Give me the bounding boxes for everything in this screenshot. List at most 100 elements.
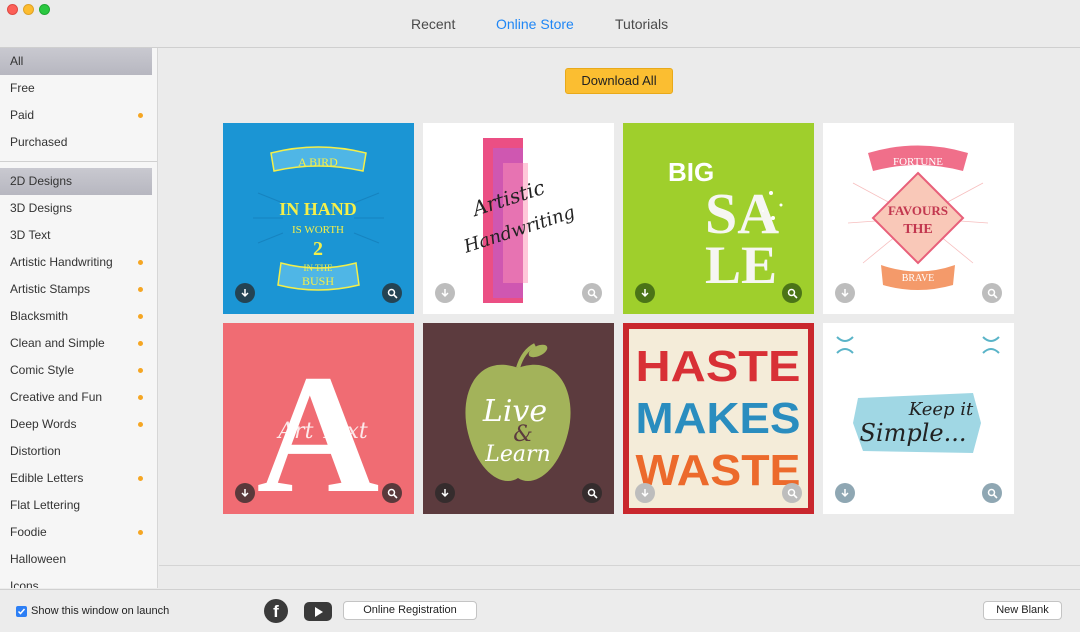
sidebar-item-artistic-stamps[interactable]: Artistic Stamps bbox=[0, 276, 152, 303]
download-arrow-icon bbox=[841, 289, 849, 298]
tile-text: HASTE bbox=[636, 342, 801, 391]
download-arrow-icon bbox=[641, 289, 649, 298]
sidebar-divider bbox=[0, 161, 157, 162]
sidebar-item-icons[interactable]: Icons bbox=[0, 573, 152, 588]
paid-dot-icon bbox=[138, 422, 143, 427]
tile-text: FORTUNE bbox=[893, 156, 943, 168]
tile-text: BUSH bbox=[302, 274, 334, 288]
preview-design-button[interactable] bbox=[982, 283, 1002, 303]
tile-text: THE bbox=[903, 222, 933, 237]
tile-text: IS WORTH bbox=[292, 224, 344, 236]
sidebar-item-deep-words[interactable]: Deep Words bbox=[0, 411, 152, 438]
sidebar-item-label: 3D Designs bbox=[10, 201, 73, 215]
download-design-button[interactable] bbox=[635, 483, 655, 503]
tile-text: 2 bbox=[313, 238, 323, 260]
sidebar-item-purchased[interactable]: Purchased bbox=[0, 129, 152, 156]
show-on-launch-checkbox[interactable] bbox=[16, 606, 27, 617]
tile-text: IN THE bbox=[303, 263, 333, 273]
magnifier-icon bbox=[787, 488, 798, 499]
youtube-icon[interactable] bbox=[304, 602, 332, 621]
tab-tutorials[interactable]: Tutorials bbox=[615, 16, 668, 32]
sidebar-item-paid[interactable]: Paid bbox=[0, 102, 152, 129]
sidebar-item-label: Paid bbox=[10, 108, 35, 122]
tile-text: Learn bbox=[484, 442, 550, 467]
tab-online-store[interactable]: Online Store bbox=[496, 16, 574, 32]
sidebar-item-clean-and-simple[interactable]: Clean and Simple bbox=[0, 330, 152, 357]
sidebar-item-label: Halloween bbox=[10, 552, 67, 566]
preview-design-button[interactable] bbox=[382, 283, 402, 303]
download-all-button[interactable]: Download All bbox=[565, 68, 673, 94]
tile-text: FAVOURS bbox=[888, 203, 948, 218]
magnifier-icon bbox=[387, 288, 398, 299]
sidebar-item-creative-and-fun[interactable]: Creative and Fun bbox=[0, 384, 152, 411]
download-design-button[interactable] bbox=[235, 283, 255, 303]
sidebar-item-free[interactable]: Free bbox=[0, 75, 152, 102]
preview-design-button[interactable] bbox=[582, 483, 602, 503]
sidebar-item-all[interactable]: All bbox=[0, 48, 152, 75]
tile-text: A BIRD bbox=[298, 155, 338, 169]
sidebar-item-label: Distortion bbox=[10, 444, 61, 458]
tile-text: MAKES bbox=[636, 394, 801, 443]
paid-dot-icon bbox=[138, 368, 143, 373]
store-main: Download All A BIRD IN HAND IS WORTH 2 I… bbox=[159, 48, 1080, 565]
new-blank-button[interactable]: New Blank bbox=[983, 601, 1062, 620]
magnifier-icon bbox=[587, 488, 598, 499]
tile-text: LE bbox=[705, 235, 777, 295]
sidebar-item-label: Artistic Stamps bbox=[10, 282, 91, 296]
paid-dot-icon bbox=[138, 395, 143, 400]
sidebar-item-label: Purchased bbox=[10, 135, 68, 149]
sidebar-item-label: Artistic Handwriting bbox=[10, 255, 113, 269]
preview-design-button[interactable] bbox=[782, 483, 802, 503]
sidebar-item-edible-letters[interactable]: Edible Letters bbox=[0, 465, 152, 492]
download-design-button[interactable] bbox=[635, 283, 655, 303]
design-tile-big-sale[interactable]: BIG SA LE bbox=[623, 123, 814, 314]
design-tile-letter-a[interactable]: A Art Text bbox=[223, 323, 414, 514]
sidebar-item-2d-designs[interactable]: 2D Designs bbox=[0, 168, 152, 195]
facebook-icon[interactable]: f bbox=[264, 599, 288, 623]
download-design-button[interactable] bbox=[235, 483, 255, 503]
sidebar-item-halloween[interactable]: Halloween bbox=[0, 546, 152, 573]
design-tile-keep-it-simple[interactable]: Keep it Simple... bbox=[823, 323, 1014, 514]
preview-design-button[interactable] bbox=[582, 283, 602, 303]
design-tile-fortune-favours-the-brave[interactable]: FORTUNE FAVOURS THE BRAVE bbox=[823, 123, 1014, 314]
sidebar-item-label: Flat Lettering bbox=[10, 498, 81, 512]
sidebar-item-blacksmith[interactable]: Blacksmith bbox=[0, 303, 152, 330]
checkmark-icon bbox=[17, 608, 26, 615]
main-bottom-strip bbox=[159, 565, 1080, 589]
preview-design-button[interactable] bbox=[382, 483, 402, 503]
design-tile-haste-makes-waste[interactable]: HASTE MAKES WASTE bbox=[623, 323, 814, 514]
sidebar-item-distortion[interactable]: Distortion bbox=[0, 438, 152, 465]
sidebar-item-label: Icons bbox=[10, 579, 39, 588]
sidebar-item-foodie[interactable]: Foodie bbox=[0, 519, 152, 546]
download-design-button[interactable] bbox=[835, 483, 855, 503]
sidebar-item-label: Blacksmith bbox=[10, 309, 69, 323]
paid-dot-icon bbox=[138, 314, 143, 319]
tile-text: BRAVE bbox=[902, 273, 935, 284]
download-arrow-icon bbox=[441, 289, 449, 298]
design-tile-a-bird-in-hand[interactable]: A BIRD IN HAND IS WORTH 2 IN THE BUSH bbox=[223, 123, 414, 314]
sidebar: All Free Paid Purchased 2D Designs 3D Des… bbox=[0, 48, 158, 588]
tab-recent[interactable]: Recent bbox=[411, 16, 455, 32]
download-design-button[interactable] bbox=[435, 283, 455, 303]
sidebar-item-artistic-handwriting[interactable]: Artistic Handwriting bbox=[0, 249, 152, 276]
paid-dot-icon bbox=[138, 476, 143, 481]
sidebar-item-label: All bbox=[10, 54, 24, 68]
download-design-button[interactable] bbox=[435, 483, 455, 503]
sidebar-item-flat-lettering[interactable]: Flat Lettering bbox=[0, 492, 152, 519]
download-design-button[interactable] bbox=[835, 283, 855, 303]
sidebar-item-3d-text[interactable]: 3D Text bbox=[0, 222, 152, 249]
paid-dot-icon bbox=[138, 341, 143, 346]
tile-text: Simple... bbox=[859, 419, 966, 447]
download-arrow-icon bbox=[441, 489, 449, 498]
design-tile-handwriting-script[interactable]: Artistic Handwriting bbox=[423, 123, 614, 314]
preview-design-button[interactable] bbox=[782, 283, 802, 303]
top-tabs: Recent Online Store Tutorials bbox=[0, 0, 1080, 48]
preview-design-button[interactable] bbox=[982, 483, 1002, 503]
sidebar-item-3d-designs[interactable]: 3D Designs bbox=[0, 195, 152, 222]
sidebar-item-label: Free bbox=[10, 81, 35, 95]
sidebar-item-comic-style[interactable]: Comic Style bbox=[0, 357, 152, 384]
design-tile-apple-live-learn[interactable]: Live & Learn bbox=[423, 323, 614, 514]
online-registration-button[interactable]: Online Registration bbox=[343, 601, 477, 620]
footer-bar: Show this window on launch f Online Regi… bbox=[0, 589, 1080, 632]
sidebar-item-label: Foodie bbox=[10, 525, 47, 539]
